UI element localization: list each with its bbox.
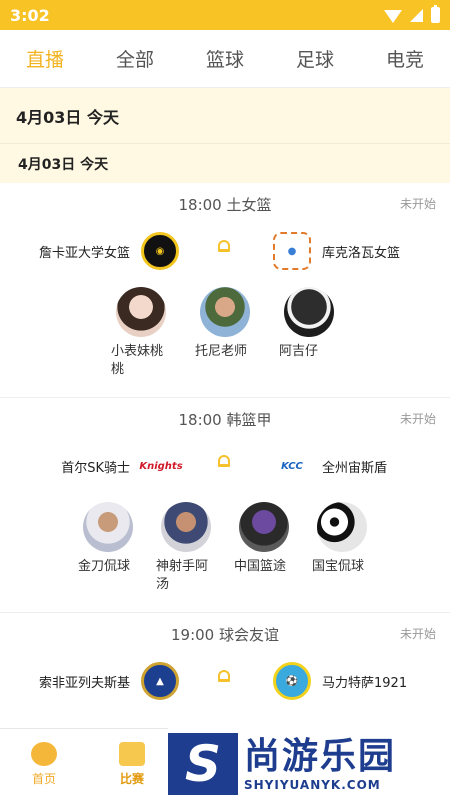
battery-icon <box>431 5 440 23</box>
anchor-item[interactable]: 阿吉仔 <box>279 287 339 379</box>
anchor-item[interactable]: 托尼老师 <box>195 287 255 379</box>
watermark-logo: S <box>168 733 238 795</box>
status-bar: 3:02 <box>0 0 450 30</box>
anchor-name: 国宝侃球 <box>312 559 365 574</box>
nav-matches[interactable]: 比赛 <box>88 729 176 800</box>
away-team-logo: ⚽ <box>273 662 311 700</box>
avatar <box>83 502 133 552</box>
tab-football[interactable]: 足球 <box>270 45 360 72</box>
match-time-league: 18:00 土女篮 <box>178 195 272 214</box>
nav-matches-label: 比赛 <box>119 772 144 786</box>
match-status: 未开始 <box>399 627 436 641</box>
anchor-item[interactable]: 中国篮途 <box>234 502 294 594</box>
home-team-name: 索非亚列夫斯基 <box>38 675 130 691</box>
match-time-league: 18:00 韩篮甲 <box>178 410 272 429</box>
tab-live[interactable]: 直播 <box>0 45 90 72</box>
match-teams: 索非亚列夫斯基 ▲ ⚽ 马力特萨1921 <box>0 655 450 707</box>
watermark-cn: 尚游乐园 <box>244 736 397 777</box>
status-time: 3:02 <box>10 5 50 25</box>
avatar <box>239 502 289 552</box>
date-subheader: 4月03日 今天 <box>0 143 450 183</box>
bell-icon[interactable] <box>218 670 232 684</box>
anchor-name: 神射手阿汤 <box>156 559 209 592</box>
tab-esports[interactable]: 电竞 <box>360 45 450 72</box>
anchor-name: 金刀侃球 <box>78 559 131 574</box>
match-card[interactable]: 18:00 土女篮 未开始 詹卡亚大学女篮 ◉ ● 库克洛瓦女篮 小表妹桃桃 托… <box>0 183 450 398</box>
scoreboard-icon <box>119 742 145 766</box>
site-watermark: S 尚游乐园 SHYIYUANYK.COM <box>168 728 450 800</box>
match-header: 18:00 土女篮 未开始 <box>0 183 450 225</box>
home-team-name: 首尔SK骑士 <box>61 460 130 476</box>
status-icons <box>384 5 440 23</box>
match-teams: 首尔SK骑士 Knights KCC 全州宙斯盾 <box>0 440 450 492</box>
anchor-name: 阿吉仔 <box>279 344 319 359</box>
home-team-logo: ◉ <box>141 232 179 270</box>
away-team-logo: ● <box>273 232 311 270</box>
bell-icon[interactable] <box>218 240 232 254</box>
tab-basketball[interactable]: 篮球 <box>180 45 270 72</box>
anchor-item[interactable]: 金刀侃球 <box>78 502 138 594</box>
match-status: 未开始 <box>399 412 436 426</box>
nav-home[interactable]: 首页 <box>0 729 88 800</box>
home-team-logo: Knights <box>139 447 183 485</box>
signal-icon <box>410 8 423 22</box>
nav-home-label: 首页 <box>31 772 56 786</box>
anchor-item[interactable]: 神射手阿汤 <box>156 502 216 594</box>
match-header: 18:00 韩篮甲 未开始 <box>0 398 450 440</box>
anchor-list: 小表妹桃桃 托尼老师 阿吉仔 <box>0 277 450 397</box>
category-tabs: 直播 全部 篮球 足球 电竞 <box>0 30 450 88</box>
anchor-name: 托尼老师 <box>195 344 248 359</box>
anchor-name: 小表妹桃桃 <box>111 344 164 377</box>
avatar <box>317 502 367 552</box>
avatar <box>161 502 211 552</box>
tab-all[interactable]: 全部 <box>90 45 180 72</box>
match-teams: 詹卡亚大学女篮 ◉ ● 库克洛瓦女篮 <box>0 225 450 277</box>
basketball-icon <box>31 742 57 766</box>
away-team-name: 全州宙斯盾 <box>322 460 388 476</box>
anchor-list: 金刀侃球 神射手阿汤 中国篮途 国宝侃球 <box>0 492 450 612</box>
away-team-logo: KCC <box>273 447 311 485</box>
away-team-name: 库克洛瓦女篮 <box>322 245 401 261</box>
watermark-en: SHYIYUANYK.COM <box>244 778 381 792</box>
wifi-icon <box>384 10 402 23</box>
match-status: 未开始 <box>399 197 436 211</box>
match-time-league: 19:00 球会友谊 <box>171 625 279 644</box>
avatar <box>284 287 334 337</box>
watermark-text: 尚游乐园 SHYIYUANYK.COM <box>244 736 396 792</box>
date-header: 4月03日 今天 <box>0 88 450 143</box>
bell-icon[interactable] <box>218 455 232 469</box>
anchor-name: 中国篮途 <box>234 559 287 574</box>
home-team-logo: ▲ <box>141 662 179 700</box>
away-team-name: 马力特萨1921 <box>322 675 408 691</box>
anchor-item[interactable]: 国宝侃球 <box>312 502 372 594</box>
avatar <box>116 287 166 337</box>
match-card[interactable]: 18:00 韩篮甲 未开始 首尔SK骑士 Knights KCC 全州宙斯盾 金… <box>0 398 450 613</box>
anchor-item[interactable]: 小表妹桃桃 <box>111 287 171 379</box>
match-header: 19:00 球会友谊 未开始 <box>0 613 450 655</box>
match-card[interactable]: 19:00 球会友谊 未开始 索非亚列夫斯基 ▲ ⚽ 马力特萨1921 <box>0 613 450 707</box>
avatar <box>200 287 250 337</box>
home-team-name: 詹卡亚大学女篮 <box>38 245 130 261</box>
